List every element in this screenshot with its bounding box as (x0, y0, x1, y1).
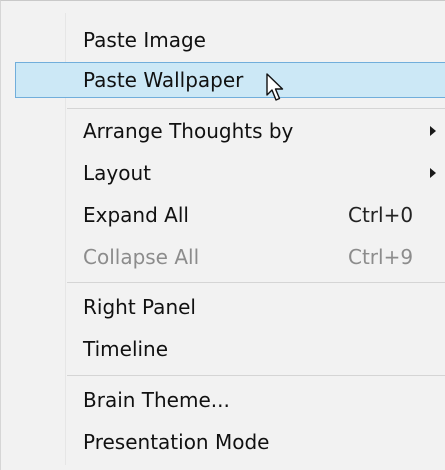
menu-item-brain-theme[interactable]: Brain Theme... (15, 382, 445, 418)
submenu-arrow-icon (430, 168, 436, 178)
menu-item-timeline[interactable]: Timeline (15, 331, 445, 367)
menu-separator (67, 375, 445, 376)
menu-item-label: Right Panel (83, 295, 196, 319)
menu-item-label: Brain Theme... (83, 388, 230, 412)
menu-item-presentation-mode[interactable]: Presentation Mode (15, 424, 445, 460)
menu-item-label: Timeline (83, 337, 169, 361)
menu-item-shortcut: Ctrl+0 (348, 203, 414, 227)
menu-item-label: Arrange Thoughts by (83, 119, 294, 143)
submenu-arrow-icon (430, 126, 436, 136)
menu-item-shortcut: Ctrl+9 (348, 245, 414, 269)
menu-item-label: Layout (83, 161, 151, 185)
menu-item-label: Presentation Mode (83, 430, 270, 454)
menu-item-label: Expand All (83, 203, 189, 227)
mouse-pointer-icon (266, 73, 284, 101)
menu-item-paste-image[interactable]: Paste Image (15, 22, 445, 58)
menu-item-expand-all[interactable]: Expand All Ctrl+0 (15, 197, 445, 233)
menu-item-label: Paste Wallpaper (83, 68, 244, 92)
menu-item-collapse-all: Collapse All Ctrl+9 (15, 239, 445, 275)
menu-item-layout[interactable]: Layout (15, 155, 445, 191)
menu-separator (67, 282, 445, 283)
menu-separator (67, 108, 445, 109)
menu-item-label: Paste Image (83, 28, 206, 52)
menu-item-paste-wallpaper[interactable]: Paste Wallpaper (15, 62, 445, 98)
menu-item-label: Collapse All (83, 245, 200, 269)
menu-item-right-panel[interactable]: Right Panel (15, 289, 445, 325)
menu-item-arrange-thoughts-by[interactable]: Arrange Thoughts by (15, 113, 445, 149)
context-menu: Paste Image Paste Wallpaper Arrange Thou… (0, 0, 445, 470)
